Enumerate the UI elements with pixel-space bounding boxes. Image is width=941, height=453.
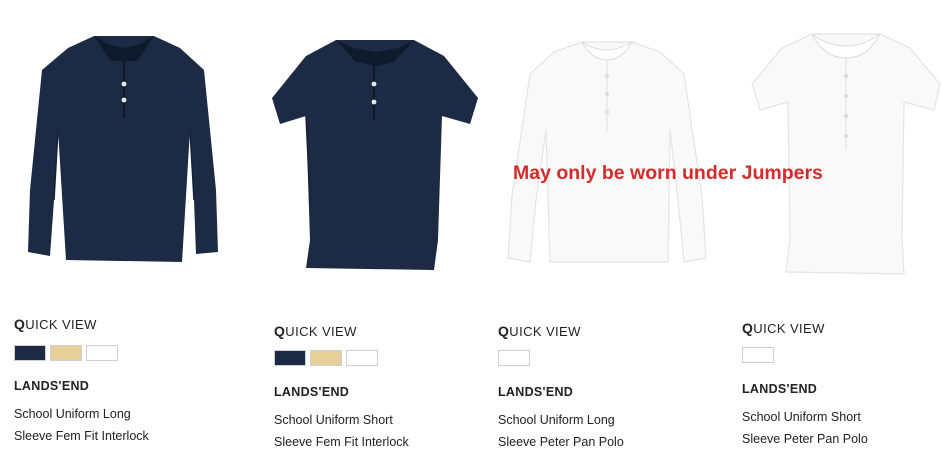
product-card: QUICK VIEW LANDS'END School Uniform Shor… (266, 0, 496, 453)
product-title-line-1: School Uniform Short (274, 413, 393, 427)
product-image[interactable] (266, 0, 496, 300)
swatch-white[interactable] (498, 350, 530, 366)
product-title-line-1: School Uniform Short (742, 410, 861, 424)
swatch-navy[interactable] (274, 350, 306, 366)
product-title-line-2: Sleeve Fem Fit Interlock (14, 429, 149, 443)
navy-short-sleeve-polo-image (272, 40, 478, 270)
quick-view-link[interactable]: QUICK VIEW (742, 320, 825, 336)
quick-view-link[interactable]: QUICK VIEW (498, 323, 581, 339)
product-title-line-1: School Uniform Long (14, 407, 131, 421)
brand-name: LANDS'END (498, 385, 574, 399)
navy-long-sleeve-polo-image (28, 36, 218, 262)
quick-view-label: UICK VIEW (25, 317, 97, 332)
product-title-line-2: Sleeve Fem Fit Interlock (274, 435, 409, 449)
quick-view-q: Q (498, 323, 510, 339)
product-title[interactable]: School Uniform Long Sleeve Fem Fit Inter… (14, 403, 224, 447)
white-short-sleeve-peter-pan-polo-image (751, 33, 941, 275)
quick-view-q: Q (274, 323, 286, 339)
swatch-white[interactable] (742, 347, 774, 363)
product-title-line-2: Sleeve Peter Pan Polo (742, 432, 868, 446)
brand-name: LANDS'END (14, 379, 90, 393)
product-title[interactable]: School Uniform Short Sleeve Peter Pan Po… (742, 406, 941, 450)
color-swatches (742, 347, 774, 363)
product-card: QUICK VIEW LANDS'END School Uniform Long… (490, 0, 720, 453)
product-title-line-2: Sleeve Peter Pan Polo (498, 435, 624, 449)
swatch-navy[interactable] (14, 345, 46, 361)
product-card: QUICK VIEW LANDS'END School Uniform Long… (6, 0, 236, 453)
product-image[interactable] (734, 0, 941, 300)
swatch-white[interactable] (346, 350, 378, 366)
quick-view-q: Q (14, 316, 26, 332)
swatch-khaki[interactable] (310, 350, 342, 366)
color-swatches (498, 350, 530, 366)
color-swatches (274, 350, 378, 366)
product-title[interactable]: School Uniform Short Sleeve Fem Fit Inte… (274, 409, 484, 453)
product-card: QUICK VIEW LANDS'END School Uniform Shor… (734, 0, 941, 453)
quick-view-q: Q (742, 320, 754, 336)
quick-view-link[interactable]: QUICK VIEW (14, 316, 97, 332)
white-long-sleeve-peter-pan-polo-image (507, 40, 707, 263)
restriction-note: May only be worn under Jumpers (513, 162, 823, 184)
product-image[interactable] (6, 0, 236, 300)
brand-name: LANDS'END (742, 382, 818, 396)
quick-view-label: UICK VIEW (753, 321, 825, 336)
quick-view-link[interactable]: QUICK VIEW (274, 323, 357, 339)
product-title-line-1: School Uniform Long (498, 413, 615, 427)
swatch-white[interactable] (86, 345, 118, 361)
quick-view-label: UICK VIEW (509, 324, 581, 339)
product-image[interactable] (490, 0, 720, 300)
brand-name: LANDS'END (274, 385, 350, 399)
quick-view-label: UICK VIEW (285, 324, 357, 339)
color-swatches (14, 345, 118, 361)
product-title[interactable]: School Uniform Long Sleeve Peter Pan Pol… (498, 409, 708, 453)
swatch-khaki[interactable] (50, 345, 82, 361)
